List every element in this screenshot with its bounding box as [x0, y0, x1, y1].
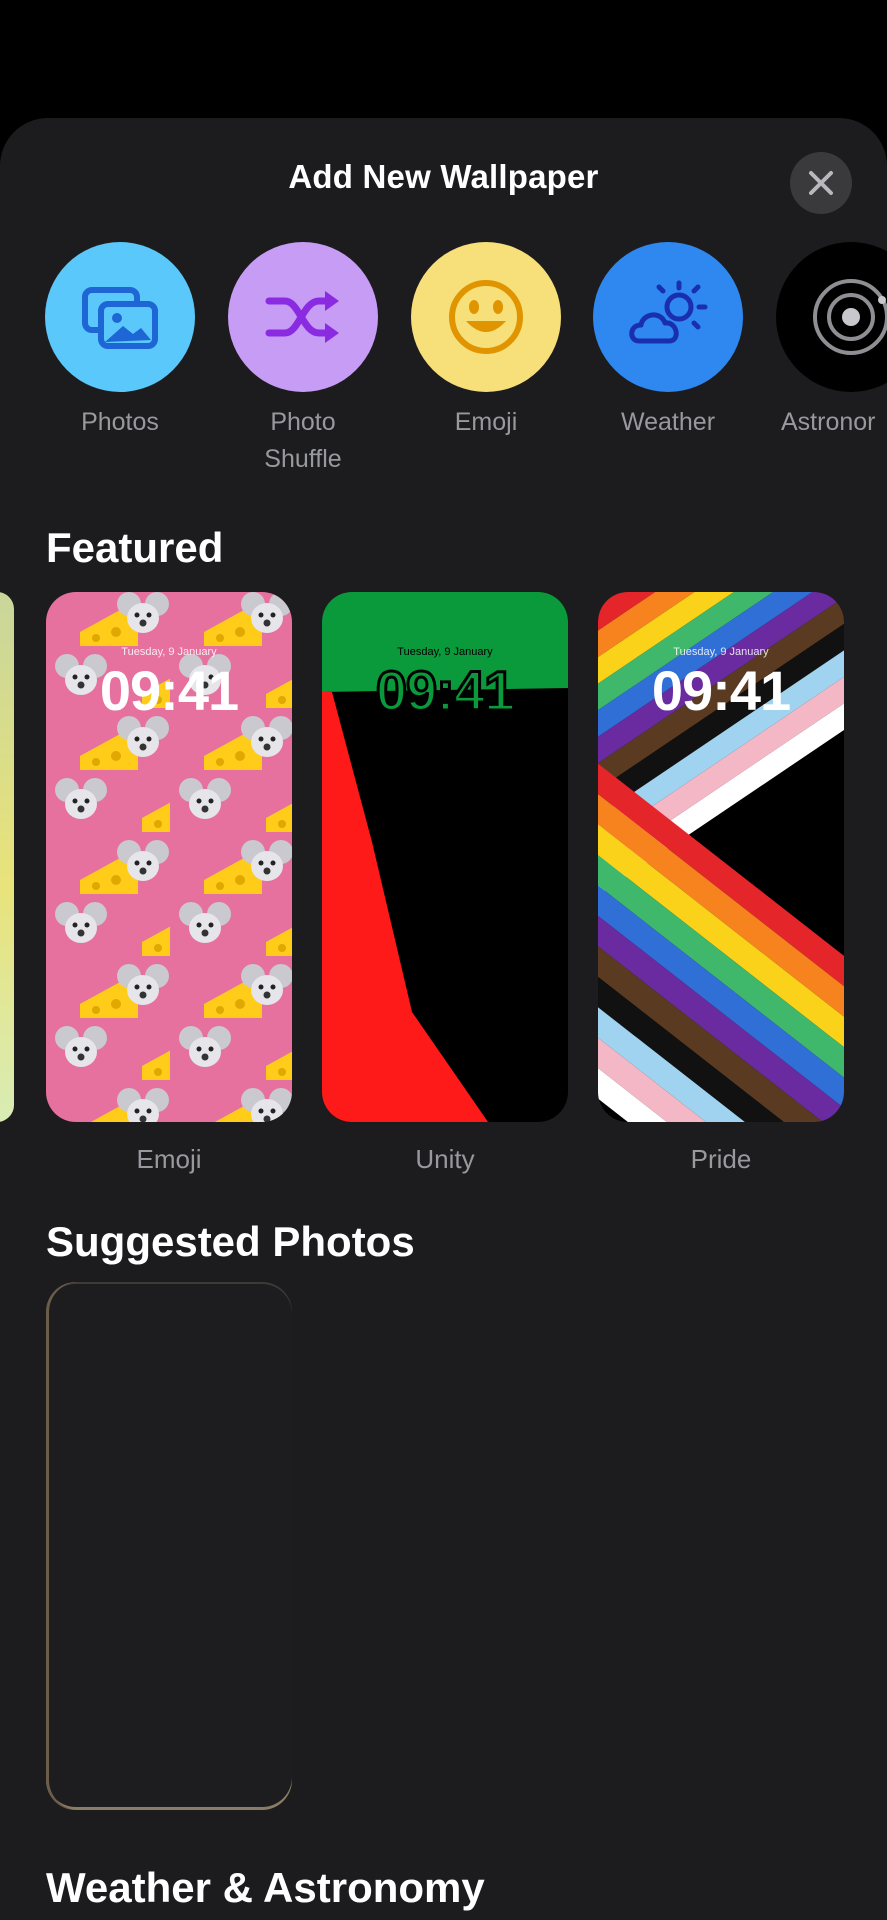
category-label: Photo Shuffle: [264, 408, 342, 473]
featured-card-emoji[interactable]: Tuesday, 9 January 09:41: [46, 592, 292, 1122]
featured-card-pride[interactable]: Tuesday, 9 January 09:41: [598, 592, 844, 1122]
category-emoji-circle: [411, 242, 561, 392]
featured-card-label: Unity: [415, 1144, 475, 1174]
category-astronomy[interactable]: Astronor: [776, 242, 887, 441]
category-label: Weather: [620, 408, 716, 436]
category-photos[interactable]: Photos: [45, 242, 195, 441]
category-shuffle-circle: [228, 242, 378, 392]
close-icon: [809, 171, 833, 195]
category-weather-circle: [593, 242, 743, 392]
category-photos-circle: [45, 242, 195, 392]
lockscreen-date: Tuesday, 9 January: [397, 646, 493, 658]
featured-card-label: Emoji: [136, 1144, 202, 1174]
category-emoji[interactable]: Emoji: [411, 242, 561, 441]
section-title-suggested: Suggested Photos: [46, 1218, 415, 1265]
lockscreen-time: 09:41: [99, 659, 239, 722]
category-row: Photos Photo Shuffle Emoji Weather Astro…: [0, 242, 887, 482]
featured-card-previous[interactable]: [0, 592, 14, 1122]
lockscreen-date: Tuesday, 9 January: [121, 646, 217, 658]
add-wallpaper-sheet: Add New Wallpaper Photos Photo Shuffle E…: [0, 118, 887, 1920]
lockscreen-time: 09:41: [374, 658, 516, 724]
photos-icon: [82, 287, 158, 349]
section-title-weather-astronomy: Weather & Astronomy: [46, 1864, 485, 1911]
category-astronomy-circle: [776, 242, 887, 392]
featured-card-label: Pride: [690, 1144, 752, 1174]
category-label: Emoji: [454, 408, 518, 436]
section-title-featured: Featured: [46, 524, 224, 571]
category-label: Astronor: [781, 408, 876, 436]
shuffle-icon: [265, 291, 339, 343]
sheet-title: Add New Wallpaper: [288, 158, 599, 195]
close-button[interactable]: [790, 152, 852, 214]
weather-icon: [629, 280, 708, 344]
lockscreen-time: 09:41: [651, 659, 791, 722]
suggested-photo-card[interactable]: [46, 1282, 292, 1810]
category-weather[interactable]: Weather: [593, 242, 743, 441]
category-photo-shuffle[interactable]: Photo Shuffle: [228, 242, 378, 478]
astronomy-icon: [813, 279, 887, 355]
emoji-icon: [449, 280, 523, 354]
lockscreen-date: Tuesday, 9 January: [673, 646, 769, 658]
featured-card-unity[interactable]: Tuesday, 9 January 09:41: [322, 592, 568, 1122]
featured-carousel: Tuesday, 9 January 09:41 Emoji Tuesday, …: [0, 592, 887, 1292]
category-label: Photos: [81, 408, 159, 436]
